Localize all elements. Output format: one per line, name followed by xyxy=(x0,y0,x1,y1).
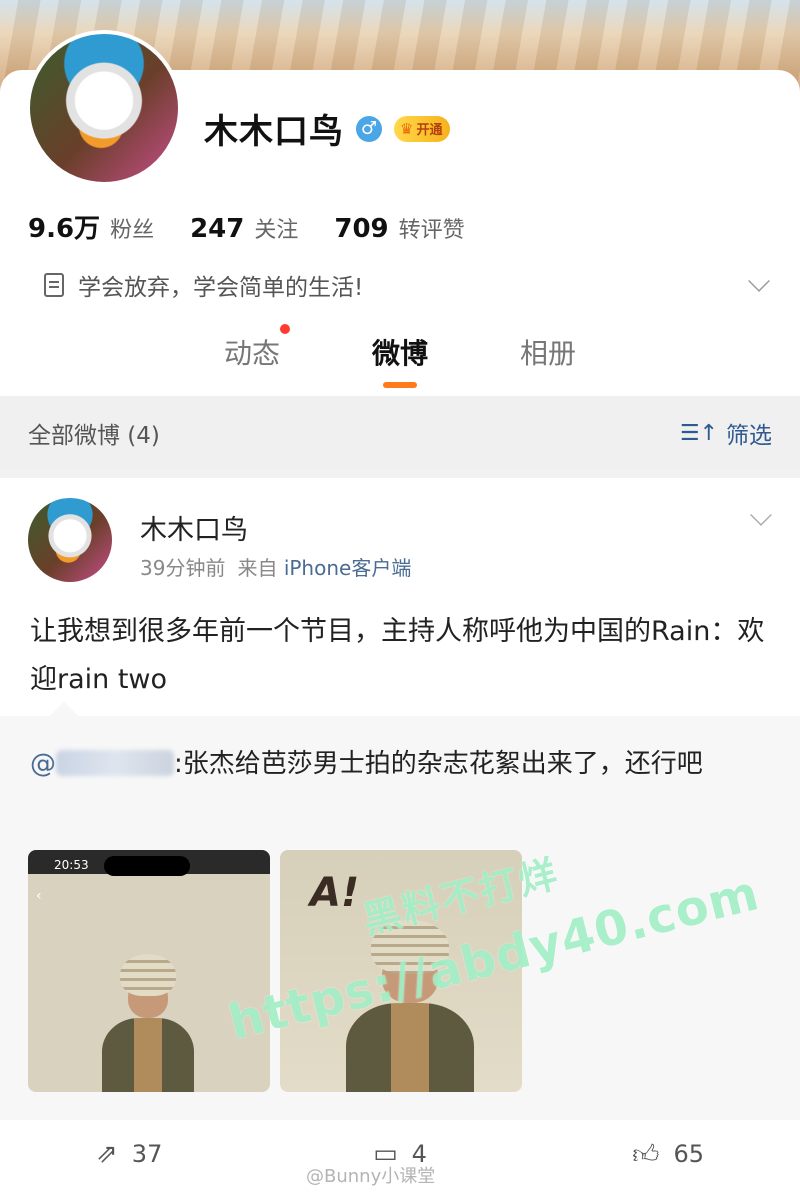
tab-weibo[interactable]: 微博 xyxy=(372,332,428,392)
all-weibo-count[interactable]: 全部微博 (4) xyxy=(28,416,160,450)
repost-text-line: @ :张杰给芭莎男士拍的杂志花絮出来了，还行吧 xyxy=(30,742,770,786)
stat-value: 709 xyxy=(334,214,389,244)
repost-count: 37 xyxy=(131,1140,163,1168)
stat-label: 转评赞 xyxy=(398,218,465,243)
notification-dot xyxy=(279,324,290,334)
mention-at[interactable]: @ xyxy=(30,749,56,779)
image-phone-time: 20:53 xyxy=(54,858,89,872)
vip-open-badge[interactable]: ♛ 开通 xyxy=(394,115,451,142)
photo-person xyxy=(98,954,198,1092)
like-count: 65 xyxy=(673,1140,705,1168)
weibo-user-watermark: @Bunny小课堂 xyxy=(306,1166,436,1187)
image-scribble: A! xyxy=(310,870,360,916)
stat-label: 粉丝 xyxy=(110,218,155,243)
source-device: iPhone客户端 xyxy=(283,556,412,580)
weibo-post[interactable]: 木木口鸟 39分钟前 来自 iPhone客户端 让我想到很多年前一个节目，主持人… xyxy=(0,478,800,1197)
filter-bar: 全部微博 (4) ☰↑ 筛选 xyxy=(0,396,800,470)
tab-label: 相册 xyxy=(520,337,577,370)
tab-album[interactable]: 相册 xyxy=(520,332,576,392)
post-meta: 39分钟前 来自 iPhone客户端 xyxy=(140,552,411,581)
blurred-username xyxy=(56,750,174,776)
photo-hat xyxy=(120,954,176,996)
post-author-avatar[interactable] xyxy=(28,498,112,582)
source-prefix: 来自 xyxy=(237,556,278,580)
male-gender-icon: ♂ xyxy=(356,115,382,142)
post-time: 39分钟前 xyxy=(140,556,226,580)
profile-tabs: 动态 微博 相册 xyxy=(0,324,800,392)
stat-followers[interactable]: 9.6万 粉丝 xyxy=(28,208,154,245)
weibo-profile-page: 木木口鸟 ♂ ♛ 开通 9.6万 粉丝 247 关注 709 转评赞 学会放弃，… xyxy=(0,0,800,1197)
tab-label: 微博 xyxy=(371,337,428,370)
crown-icon: ♛ xyxy=(400,119,414,138)
thumbs-up-icon: 👍︎ xyxy=(632,1139,660,1170)
tab-label: 动态 xyxy=(223,337,280,370)
profile-bio[interactable]: 学会放弃，学会简单的生活! xyxy=(44,268,363,302)
stat-value: 247 xyxy=(190,214,245,244)
profile-avatar[interactable] xyxy=(26,30,182,186)
post-author-name[interactable]: 木木口鸟 xyxy=(140,508,248,547)
vip-open-label: 开通 xyxy=(416,123,443,138)
stat-value: 9.6万 xyxy=(28,214,101,244)
repost-image-1[interactable]: 20:53 ‹ xyxy=(28,850,270,1092)
post-options-chevron-icon[interactable] xyxy=(750,504,772,526)
photo-coat xyxy=(102,1018,194,1092)
profile-name: 木木口鸟 xyxy=(204,112,344,152)
bio-text: 学会放弃，学会简单的生活! xyxy=(78,275,364,301)
post-text: 让我想到很多年前一个节目，主持人称呼他为中国的Rain：欢迎rain two xyxy=(30,616,765,695)
share-icon: ⇗ xyxy=(96,1139,118,1169)
phone-notch xyxy=(104,856,190,876)
post-source: 来自 iPhone客户端 xyxy=(237,552,411,581)
like-button[interactable]: 👍︎ 65 xyxy=(501,1132,800,1176)
document-icon xyxy=(44,273,64,297)
stat-interactions[interactable]: 709 转评赞 xyxy=(334,212,464,244)
stat-following[interactable]: 247 关注 xyxy=(190,212,298,244)
profile-stats: 9.6万 粉丝 247 关注 709 转评赞 xyxy=(28,208,465,245)
repost-button[interactable]: ⇗ 37 xyxy=(0,1132,299,1176)
filter-button[interactable]: ☰↑ 筛选 xyxy=(680,416,772,450)
profile-name-row: 木木口鸟 ♂ ♛ 开通 xyxy=(204,104,451,153)
repost-text: :张杰给芭莎男士拍的杂志花絮出来了，还行吧 xyxy=(174,749,703,779)
filter-label: 筛选 xyxy=(726,423,772,449)
tab-activity[interactable]: 动态 xyxy=(223,324,290,392)
back-arrow-icon: ‹ xyxy=(36,888,42,904)
filter-icon: ☰↑ xyxy=(679,420,718,446)
stat-label: 关注 xyxy=(254,218,299,243)
